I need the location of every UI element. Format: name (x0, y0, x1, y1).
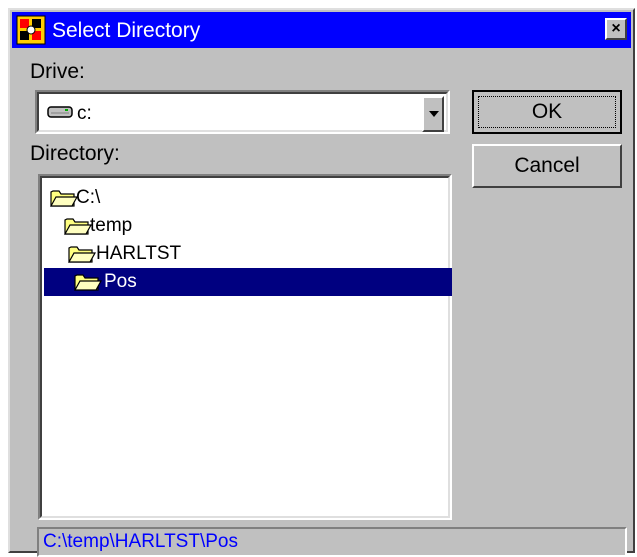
ok-button[interactable]: OK (472, 90, 622, 134)
list-item[interactable]: C:\ (46, 184, 452, 212)
cancel-button-label: Cancel (514, 154, 580, 177)
drive-select[interactable]: c: (35, 90, 450, 134)
drive-dropdown-button[interactable] (422, 96, 444, 132)
ok-button-label: OK (531, 100, 563, 123)
open-folder-icon (64, 218, 92, 235)
list-item-label: HARLTST (96, 243, 182, 264)
list-item-label: temp (90, 215, 133, 236)
list-item[interactable]: HARLTST (46, 240, 452, 268)
selected-path: C:\temp\HARLTST\Pos (37, 527, 627, 557)
select-directory-dialog: Select Directory × Drive: c: Directory: (8, 8, 635, 557)
close-button[interactable]: × (605, 18, 627, 40)
list-item-label: Pos (104, 271, 137, 292)
open-folder-icon (68, 246, 96, 263)
drive-value: c: (77, 103, 92, 124)
open-folder-icon (50, 190, 78, 207)
list-item-label: C:\ (76, 187, 101, 208)
app-icon (16, 15, 46, 45)
hard-drive-icon (47, 106, 73, 118)
drive-label: Drive: (30, 60, 85, 83)
dialog-title: Select Directory (52, 19, 201, 42)
open-folder-icon (74, 274, 102, 291)
close-icon: × (611, 20, 621, 37)
list-item[interactable]: temp (46, 212, 452, 240)
directory-label: Directory: (30, 142, 120, 165)
list-item-selected[interactable]: Pos (44, 268, 452, 296)
directory-list[interactable]: C:\ temp HARLTST Pos (38, 174, 452, 520)
cancel-button[interactable]: Cancel (472, 144, 622, 188)
title-bar[interactable]: Select Directory × (12, 12, 631, 48)
chevron-down-icon (429, 111, 439, 117)
